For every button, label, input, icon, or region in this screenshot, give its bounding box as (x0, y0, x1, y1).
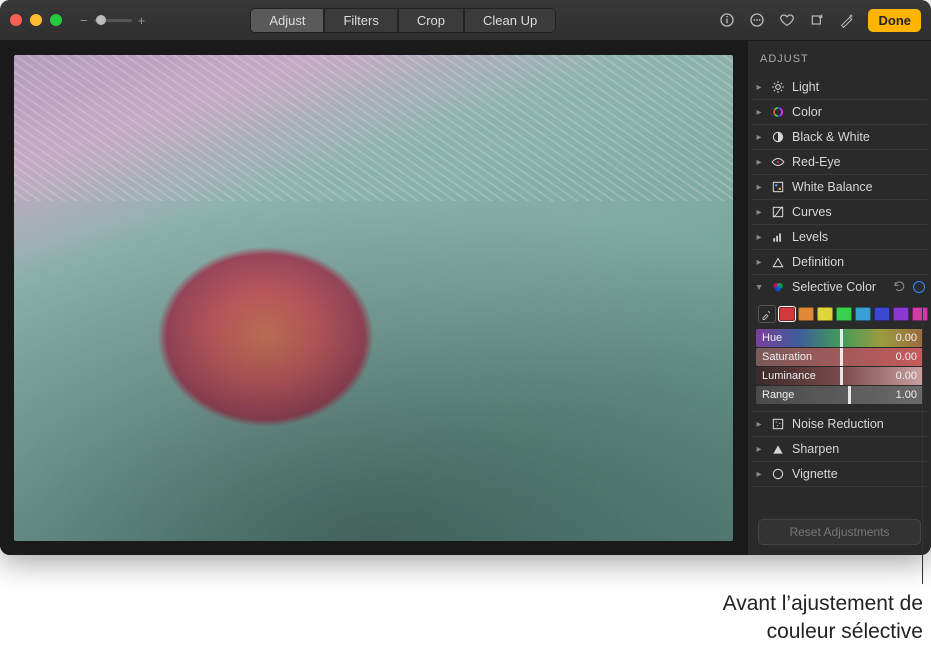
chevron-right-icon: ▸ (754, 232, 764, 243)
chevron-down-icon: ▸ (754, 282, 765, 292)
color-swatch[interactable] (855, 307, 871, 321)
slider-saturation[interactable]: Saturation0.00 (756, 348, 923, 366)
adjustment-label: Black & White (792, 130, 925, 144)
mode-segmented-control: AdjustFiltersCropClean Up (250, 8, 556, 33)
contrast-icon (770, 129, 786, 145)
mode-tab-crop[interactable]: Crop (398, 8, 464, 33)
color-swatch[interactable] (836, 307, 852, 321)
adjustment-label: Color (792, 105, 925, 119)
close-window-button[interactable] (10, 14, 22, 26)
slider-hue[interactable]: Hue0.00 (756, 329, 923, 347)
adjustment-label: Vignette (792, 467, 925, 481)
adjustment-definition[interactable]: ▸ Definition (752, 250, 927, 275)
done-button[interactable]: Done (868, 9, 921, 32)
sidebar-title: ADJUST (752, 49, 927, 75)
adjustment-curves[interactable]: ▸ Curves (752, 200, 927, 225)
adjustment-label: White Balance (792, 180, 925, 194)
auto-enhance-icon[interactable] (838, 11, 856, 29)
triangle-solid-icon (770, 441, 786, 457)
color-swatch[interactable] (817, 307, 833, 321)
color-swatch[interactable] (779, 307, 795, 321)
slider-range[interactable]: Range1.00 (756, 386, 923, 404)
chevron-right-icon: ▸ (754, 469, 764, 480)
adjustment-light[interactable]: ▸ Light (752, 75, 927, 100)
sun-icon (770, 79, 786, 95)
toggle-ring-icon[interactable] (913, 281, 925, 293)
curves-icon (770, 204, 786, 220)
adjust-sidebar: ADJUST ▸ Light ▸ Color ▸ Black & White ▸ Red-Ey… (747, 41, 931, 555)
slider-luminance[interactable]: Luminance0.00 (756, 367, 923, 385)
titlebar: − + AdjustFiltersCropClean Up Done (0, 0, 931, 41)
chevron-right-icon: ▸ (754, 257, 764, 268)
info-icon[interactable] (718, 11, 736, 29)
adjustment-selective-color[interactable]: ▸ Selective Color (752, 275, 927, 299)
chevron-right-icon: ▸ (754, 107, 764, 118)
caption-line-1: Avant l’ajustement de (723, 590, 923, 618)
zoom-control[interactable]: − + (80, 13, 145, 28)
adjustment-label: Levels (792, 230, 925, 244)
app-window: − + AdjustFiltersCropClean Up Done (0, 0, 931, 555)
zoom-slider[interactable] (94, 19, 132, 22)
eye-icon (770, 154, 786, 170)
chevron-right-icon: ▸ (754, 419, 764, 430)
photo-canvas[interactable] (0, 41, 747, 555)
zoom-out-icon[interactable]: − (80, 13, 88, 28)
zoom-in-icon[interactable]: + (138, 13, 146, 28)
color-swatch[interactable] (912, 307, 928, 321)
chevron-right-icon: ▸ (754, 182, 764, 193)
chevron-right-icon: ▸ (754, 132, 764, 143)
hue-ring-icon (770, 104, 786, 120)
adjustment-noise-reduction[interactable]: ▸ Noise Reduction (752, 412, 927, 437)
circle-icon (770, 466, 786, 482)
selective-color-icon (770, 279, 786, 295)
mode-tab-clean-up[interactable]: Clean Up (464, 8, 556, 33)
color-swatch[interactable] (874, 307, 890, 321)
favorite-icon[interactable] (778, 11, 796, 29)
adjustment-label: Sharpen (792, 442, 925, 456)
adjustment-label: Red-Eye (792, 155, 925, 169)
more-icon[interactable] (748, 11, 766, 29)
adjustment-sharpen[interactable]: ▸ Sharpen (752, 437, 927, 462)
adjustment-label: Selective Color (792, 280, 887, 294)
chevron-right-icon: ▸ (754, 82, 764, 93)
adjustment-black-white[interactable]: ▸ Black & White (752, 125, 927, 150)
zoom-slider-thumb[interactable] (96, 15, 106, 25)
chevron-right-icon: ▸ (754, 207, 764, 218)
levels-icon (770, 229, 786, 245)
adjustment-label: Curves (792, 205, 925, 219)
adjustment-label: Light (792, 80, 925, 94)
reset-slider-icon[interactable] (893, 280, 907, 294)
mode-tab-filters[interactable]: Filters (324, 8, 397, 33)
adjustment-label: Noise Reduction (792, 417, 925, 431)
color-swatch[interactable] (798, 307, 814, 321)
rotate-icon[interactable] (808, 11, 826, 29)
adjustment-levels[interactable]: ▸ Levels (752, 225, 927, 250)
minimize-window-button[interactable] (30, 14, 42, 26)
zoom-window-button[interactable] (50, 14, 62, 26)
adjustment-vignette[interactable]: ▸ Vignette (752, 462, 927, 487)
mode-tab-adjust[interactable]: Adjust (250, 8, 324, 33)
reset-adjustments-button[interactable]: Reset Adjustments (758, 519, 921, 545)
color-swatch[interactable] (893, 307, 909, 321)
caption-text: Avant l’ajustement de couleur sélective (723, 590, 923, 647)
traffic-lights (10, 14, 62, 26)
eyedropper-button[interactable] (758, 305, 776, 323)
photo-preview (14, 55, 733, 541)
callout-line (922, 308, 923, 584)
dropper-grid-icon (770, 179, 786, 195)
triangle-icon (770, 254, 786, 270)
adjustment-label: Definition (792, 255, 925, 269)
chevron-right-icon: ▸ (754, 444, 764, 455)
caption-line-2: couleur sélective (723, 618, 923, 646)
color-swatch-row (752, 299, 927, 329)
titlebar-right-group: Done (718, 9, 921, 32)
adjustment-color[interactable]: ▸ Color (752, 100, 927, 125)
noise-icon (770, 416, 786, 432)
adjustment-red-eye[interactable]: ▸ Red-Eye (752, 150, 927, 175)
main-area: ADJUST ▸ Light ▸ Color ▸ Black & White ▸ Red-Ey… (0, 41, 931, 555)
chevron-right-icon: ▸ (754, 157, 764, 168)
adjustment-white-balance[interactable]: ▸ White Balance (752, 175, 927, 200)
